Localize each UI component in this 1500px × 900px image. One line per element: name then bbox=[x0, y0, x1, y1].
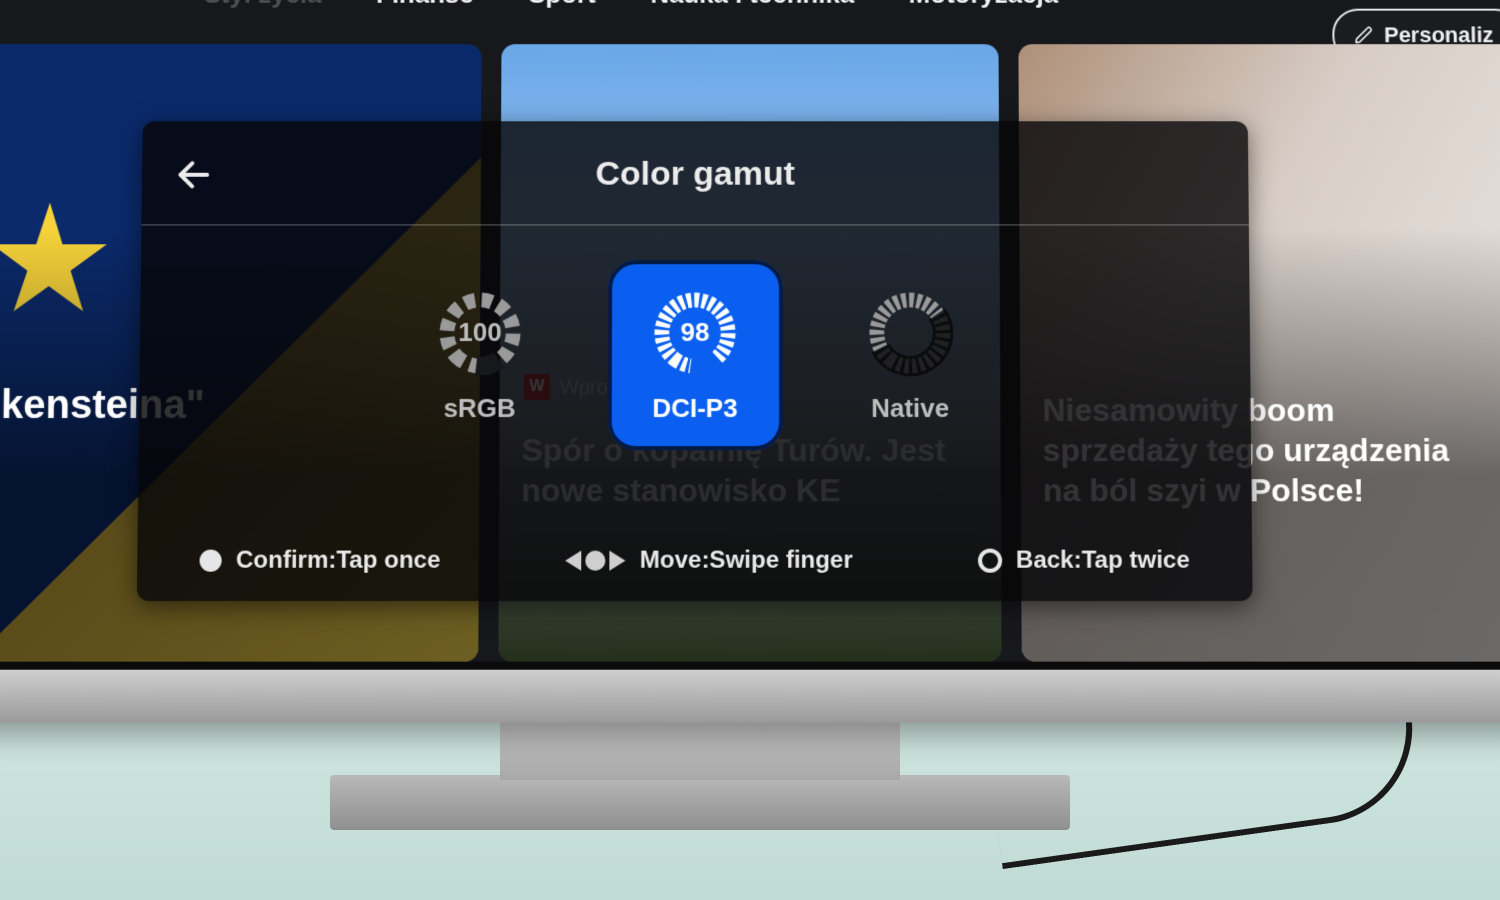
pencil-icon bbox=[1354, 25, 1374, 45]
gauge-icon: 100 bbox=[434, 287, 526, 379]
osd-options: 100 sRGB 98 DCI-P3 bbox=[139, 260, 1251, 450]
nav-item[interactable]: Sport bbox=[528, 0, 596, 10]
nav-item[interactable]: Finanse bbox=[376, 0, 474, 10]
tap-once-icon bbox=[200, 550, 222, 572]
option-label: DCI-P3 bbox=[652, 392, 737, 423]
scene: Styl życia Finanse Sport Nauka i technik… bbox=[0, 0, 1500, 900]
nav-item[interactable]: Motoryzacja bbox=[909, 0, 1058, 10]
osd-header: Color gamut bbox=[141, 121, 1248, 225]
hint-confirm: Confirm:Tap once bbox=[200, 547, 441, 575]
hint-back: Back:Tap twice bbox=[978, 547, 1190, 575]
gauge-icon: 98 bbox=[649, 287, 741, 379]
osd-hints: Confirm:Tap once Move:Swipe finger Back:… bbox=[137, 547, 1252, 575]
osd-panel: Color gamut 100 sRGB 98 bbox=[137, 121, 1253, 601]
tap-twice-icon bbox=[978, 549, 1002, 573]
nav-item[interactable]: Nauka i technika bbox=[650, 0, 854, 10]
option-label: sRGB bbox=[443, 392, 516, 423]
option-srgb[interactable]: 100 sRGB bbox=[392, 260, 568, 450]
monitor: Styl życia Finanse Sport Nauka i technik… bbox=[0, 0, 1500, 722]
gauge-value: 100 bbox=[434, 287, 526, 379]
hint-label: Confirm:Tap once bbox=[236, 547, 441, 575]
nav-item[interactable]: Styl życia bbox=[204, 0, 322, 10]
monitor-bezel-bottom bbox=[0, 670, 1500, 723]
hint-label: Back:Tap twice bbox=[1016, 547, 1190, 575]
screen: Styl życia Finanse Sport Nauka i technik… bbox=[0, 0, 1500, 662]
gauge-icon bbox=[864, 287, 956, 379]
hint-label: Move:Swipe finger bbox=[640, 547, 853, 575]
option-dci-p3[interactable]: 98 DCI-P3 bbox=[607, 260, 782, 450]
osd-title: Color gamut bbox=[142, 155, 1249, 194]
monitor-stand-base bbox=[330, 775, 1070, 830]
hint-move: Move:Swipe finger bbox=[565, 547, 852, 575]
option-native[interactable]: Native bbox=[822, 260, 998, 450]
option-label: Native bbox=[871, 392, 949, 423]
gauge-value: 98 bbox=[649, 287, 741, 379]
swipe-icon bbox=[565, 551, 625, 571]
gauge-value bbox=[864, 287, 956, 379]
news-top-nav: Styl życia Finanse Sport Nauka i technik… bbox=[0, 0, 1500, 42]
